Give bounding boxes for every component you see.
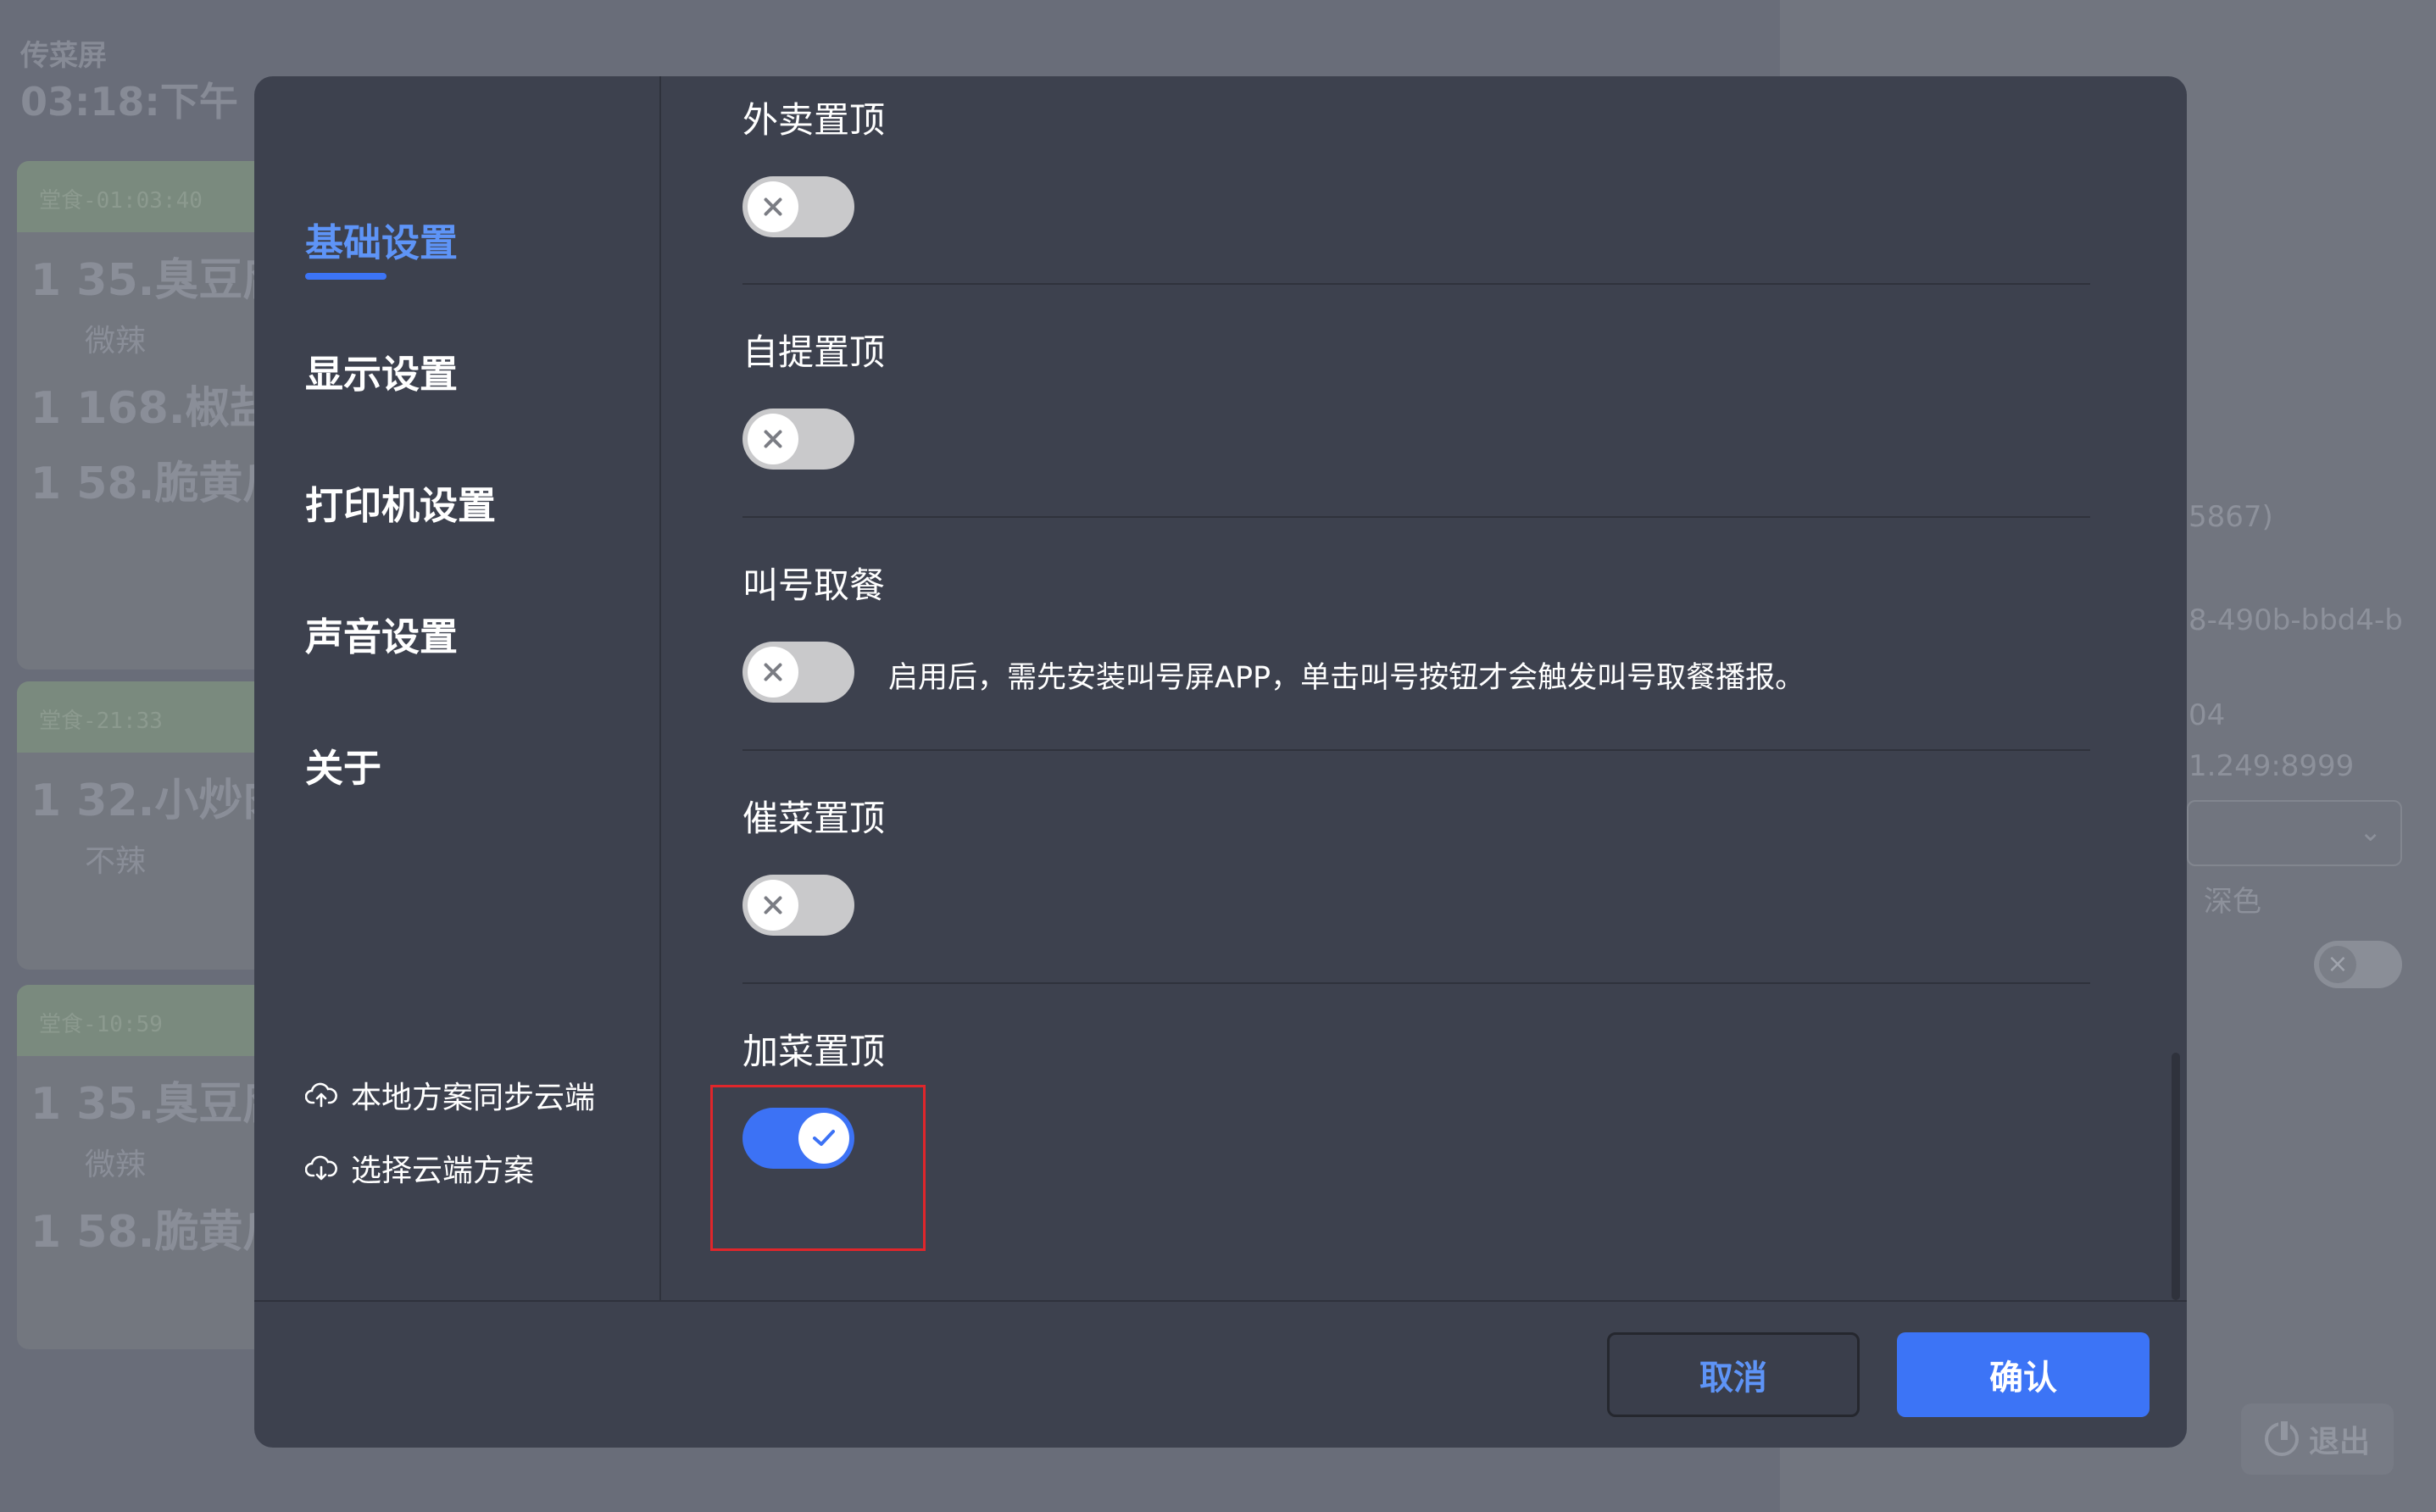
order-card-header: 堂食-10:59 xyxy=(17,985,271,1056)
order-item: 1 168.椒盐 xyxy=(31,383,274,434)
call-number-hint: 启用后，需先安装叫号屏APP，单击叫号按钮才会触发叫号取餐播报。 xyxy=(888,661,1805,695)
cloud-download-icon xyxy=(305,1155,337,1181)
settings-modal: 基础设置 显示设置 打印机设置 声音设置 关于 本地方案同步云端 选择云端方案 … xyxy=(254,76,2187,1448)
settings-sidebar: 基础设置 显示设置 打印机设置 声音设置 关于 本地方案同步云端 选择云端方案 xyxy=(254,76,661,1300)
close-icon xyxy=(762,894,784,916)
bg-info-text: 5867) xyxy=(2189,500,2273,534)
setting-takeout-pin: 外卖置顶 xyxy=(742,76,2090,285)
setting-pickup-pin: 自提置顶 xyxy=(742,283,2090,518)
sync-to-cloud-link[interactable]: 本地方案同步云端 xyxy=(305,1073,595,1117)
call-number-toggle[interactable] xyxy=(742,642,854,703)
app-clock: 03:18:下午 xyxy=(20,79,238,125)
setting-add-dish-pin: 加菜置顶 xyxy=(742,982,2090,1300)
order-item: 1 58.脆黄瓜 xyxy=(31,1207,287,1258)
setting-title: 外卖置顶 xyxy=(742,99,886,141)
bg-toggle: × xyxy=(2314,941,2402,988)
pickup-pin-toggle[interactable] xyxy=(742,409,854,470)
close-icon: × xyxy=(2319,946,2356,983)
order-card: 堂食-01:03:40 1 35.臭豆腐 微辣 1 168.椒盐 1 58.脆黄… xyxy=(17,161,287,670)
toggle-knob xyxy=(748,880,798,931)
order-card-header: 堂食-01:03:40 xyxy=(17,161,271,232)
setting-title: 叫号取餐 xyxy=(742,564,886,606)
add-dish-pin-toggle[interactable] xyxy=(742,1108,854,1169)
setting-title: 自提置顶 xyxy=(742,331,886,373)
close-icon xyxy=(762,428,784,450)
checkmark-icon xyxy=(813,1130,835,1146)
choose-cloud-plan-link[interactable]: 选择云端方案 xyxy=(305,1146,534,1190)
bg-info-text: 04 xyxy=(2189,698,2226,732)
close-icon xyxy=(762,661,784,683)
bg-info-text: 1.249:8999 xyxy=(2189,749,2355,783)
setting-title: 加菜置顶 xyxy=(742,1031,886,1072)
order-item: 1 32.小炒肉 xyxy=(31,775,287,826)
toggle-knob xyxy=(748,414,798,464)
nav-label: 基础设置 xyxy=(305,220,459,265)
order-item: 1 35.臭豆腐 xyxy=(31,1079,287,1130)
setting-title: 催菜置顶 xyxy=(742,798,886,839)
bg-theme-label: 深色 xyxy=(2204,885,2261,919)
active-tab-indicator xyxy=(305,273,387,280)
bg-select: ⌄ xyxy=(2187,800,2402,866)
nav-printer-settings[interactable]: 打印机设置 xyxy=(305,475,496,530)
power-icon xyxy=(2264,1419,2299,1456)
order-item-note: 微辣 xyxy=(85,324,147,359)
cloud-upload-icon xyxy=(305,1082,337,1108)
chevron-down-icon: ⌄ xyxy=(2359,815,2382,848)
order-item: 1 35.臭豆腐 xyxy=(31,255,287,306)
order-item: 1 58.脆黄瓜 xyxy=(31,459,287,509)
urge-pin-toggle[interactable] xyxy=(742,875,854,936)
bg-info-text: 8-490b-bbd4-b xyxy=(2189,603,2403,637)
order-card: 堂食-10:59 1 35.臭豆腐 微辣 1 58.脆黄瓜 xyxy=(17,985,287,1349)
nav-about[interactable]: 关于 xyxy=(305,737,381,792)
order-card-header: 堂食-21:33 xyxy=(17,681,271,753)
cancel-button[interactable]: 取消 xyxy=(1607,1332,1860,1417)
sync-to-cloud-label: 本地方案同步云端 xyxy=(351,1081,596,1115)
logout-button: 退出 xyxy=(2241,1404,2394,1475)
order-item-note: 不辣 xyxy=(85,844,147,879)
nav-display-settings[interactable]: 显示设置 xyxy=(305,343,458,398)
order-item-note: 微辣 xyxy=(85,1148,147,1182)
confirm-button[interactable]: 确认 xyxy=(1897,1332,2150,1417)
order-card: 堂食-21:33 1 32.小炒肉 不辣 xyxy=(17,681,287,970)
choose-cloud-plan-label: 选择云端方案 xyxy=(351,1153,535,1188)
logout-label: 退出 xyxy=(2308,1425,2370,1459)
toggle-knob xyxy=(748,647,798,698)
takeout-pin-toggle[interactable] xyxy=(742,176,854,237)
nav-basic-settings[interactable]: 基础设置 xyxy=(305,212,459,280)
toggle-knob xyxy=(748,181,798,232)
modal-footer: 取消 确认 xyxy=(254,1300,2187,1448)
close-icon xyxy=(762,196,784,218)
toggle-knob xyxy=(798,1113,849,1164)
setting-call-number: 叫号取餐 启用后，需先安装叫号屏APP，单击叫号按钮才会触发叫号取餐播报。 xyxy=(742,516,2090,751)
app-title: 传菜屏 xyxy=(20,39,107,73)
setting-urge-pin: 催菜置顶 xyxy=(742,749,2090,984)
content-scrollbar[interactable] xyxy=(2172,1053,2180,1300)
settings-content: 外卖置顶 自提置顶 叫号取餐 启用后，需先安装叫号屏APP，单击叫号按钮才会触发… xyxy=(661,76,2187,1300)
nav-sound-settings[interactable]: 声音设置 xyxy=(305,606,458,661)
